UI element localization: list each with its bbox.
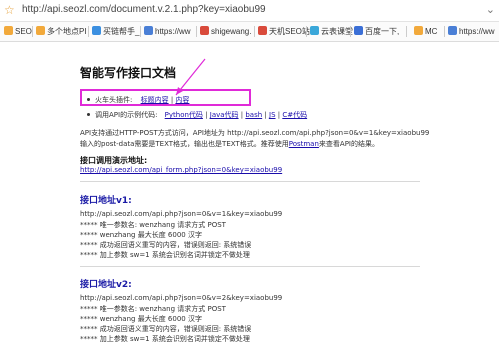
site-icon xyxy=(92,26,101,35)
separator xyxy=(406,26,407,37)
v2-line: ***** 成功返回语义重写的内容，错误则返回: 系统错误 xyxy=(80,325,252,333)
separator xyxy=(254,26,255,37)
bookmark-item[interactable]: 买链帮手_ xyxy=(92,25,139,38)
separator xyxy=(140,26,141,37)
divider xyxy=(80,181,420,182)
globe-icon xyxy=(448,26,457,35)
bookmark-item[interactable]: 多个地点PI xyxy=(36,25,87,38)
bookmark-item[interactable]: shigewang. xyxy=(200,25,251,38)
site-icon xyxy=(258,26,267,35)
page-content: 智能写作接口文档 火车头插件: 标题内容 | 内容 调用API的示例代码: Py… xyxy=(0,42,499,349)
bookmark-item[interactable]: 云表课堂 xyxy=(310,25,353,38)
paw-icon xyxy=(354,26,363,35)
separator xyxy=(196,26,197,37)
divider xyxy=(80,266,420,267)
v2-url: http://api.seozl.com/api.php?json=0&v=2&… xyxy=(80,294,283,302)
api-format-note: 输入的post-data需要是TEXT格式，输出也是TEXT格式。推荐使用Pos… xyxy=(80,140,379,148)
separator xyxy=(88,26,89,37)
pointer-arrow-icon xyxy=(175,58,206,96)
folder-icon xyxy=(36,26,45,35)
globe-icon xyxy=(144,26,153,35)
separator xyxy=(350,26,351,37)
bookmark-item[interactable]: 百度一下, xyxy=(354,25,399,38)
url-text[interactable]: http://api.seozl.com/document.v.2.1.php?… xyxy=(22,4,266,15)
folder-icon xyxy=(4,26,13,35)
chevron-down-icon[interactable]: ⌄ xyxy=(486,3,495,17)
bookmark-item[interactable]: 天机SEO站 xyxy=(258,25,310,38)
separator xyxy=(306,26,307,37)
v1-line: ***** 唯一参数名: wenzhang 请求方式 POST xyxy=(80,221,226,229)
separator xyxy=(32,26,33,37)
site-icon xyxy=(200,26,209,35)
bookmark-star-icon[interactable]: ☆ xyxy=(4,3,15,17)
demo-link[interactable]: http://api.seozl.com/api_form.php?json=0… xyxy=(80,166,282,174)
bookmark-item[interactable]: MC xyxy=(414,25,437,38)
v1-url: http://api.seozl.com/api.php?json=0&v=1&… xyxy=(80,210,283,218)
v1-line: ***** 加上参数 sw=1 系统会识别名词并锁定不做处理 xyxy=(80,251,250,259)
bookmark-item[interactable]: https://ww xyxy=(144,25,191,38)
v2-heading: 接口地址v2: xyxy=(80,280,132,290)
bookmark-item[interactable]: https://ww xyxy=(448,25,495,38)
folder-icon xyxy=(414,26,423,35)
postman-link[interactable]: Postman xyxy=(289,140,319,148)
v1-line: ***** wenzhang 最大长度 6000 汉字 xyxy=(80,231,202,239)
v2-line: ***** 唯一参数名: wenzhang 请求方式 POST xyxy=(80,305,226,313)
address-bar[interactable]: ☆ http://api.seozl.com/document.v.2.1.ph… xyxy=(0,0,499,22)
api-description: API支持通过HTTP-POST方式访问，API地址为 http://api.s… xyxy=(80,129,430,137)
v2-line: ***** 加上参数 sw=1 系统会识别名词并锁定不做处理 xyxy=(80,335,250,343)
v1-line: ***** 成功返回语义重写的内容，错误则返回: 系统错误 xyxy=(80,241,252,249)
bookmark-item[interactable]: SEO xyxy=(4,25,32,38)
site-icon xyxy=(310,26,319,35)
bookmarks-bar: SEO 多个地点PI 买链帮手_ https://ww shigewang. 天… xyxy=(0,22,499,42)
demo-heading: 接口调用演示地址: xyxy=(80,156,148,165)
separator xyxy=(444,26,445,37)
v2-line: ***** wenzhang 最大长度 6000 汉字 xyxy=(80,315,202,323)
v1-heading: 接口地址v1: xyxy=(80,196,132,206)
